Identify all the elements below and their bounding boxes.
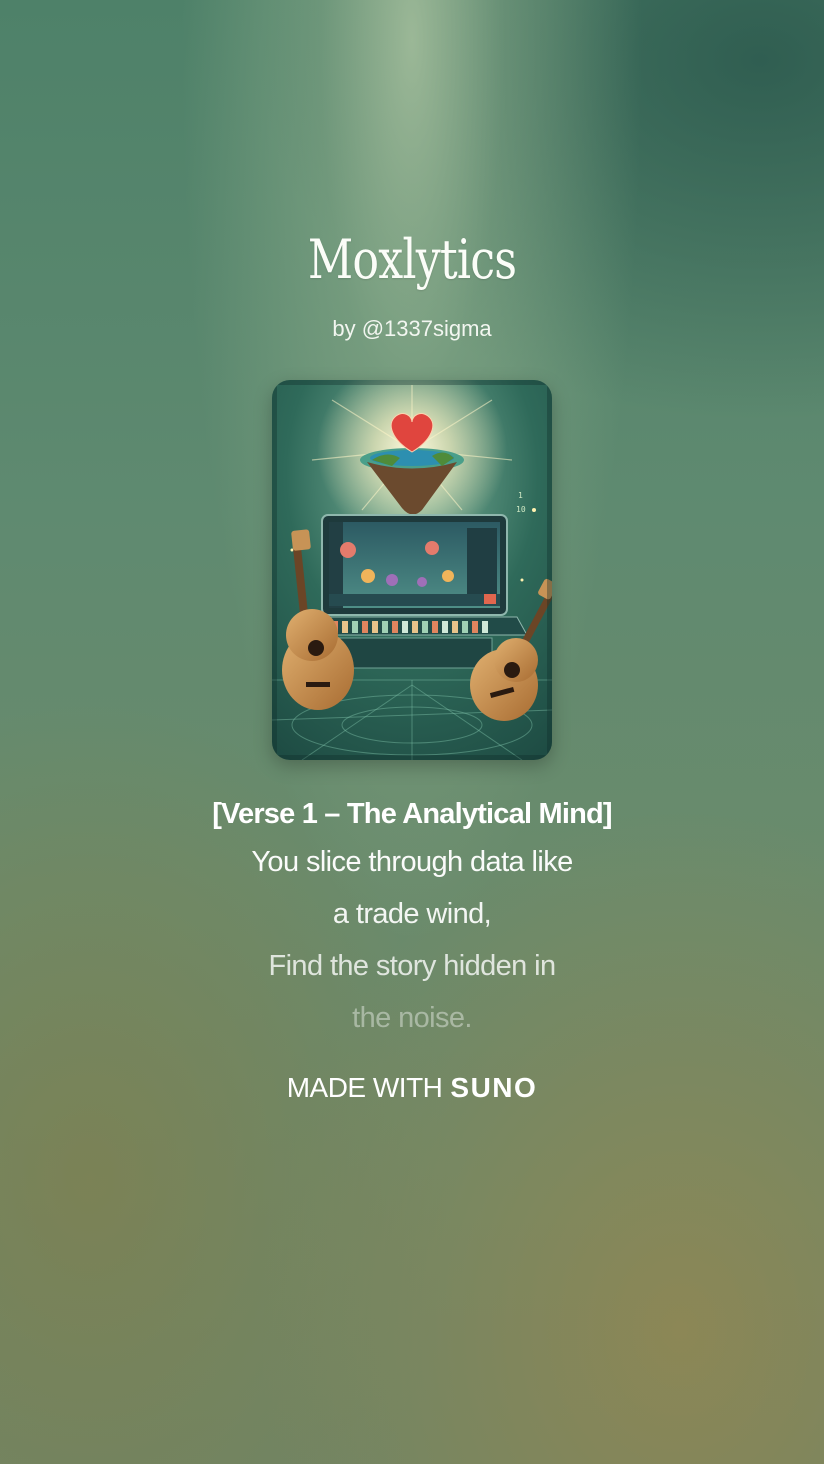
artist-byline[interactable]: by @1337sigma — [0, 316, 824, 342]
made-with-suno-link[interactable]: MADE WITH SUNO — [0, 1072, 824, 1104]
song-title: Moxlytics — [307, 228, 517, 291]
lyric-line: a trade wind, — [332, 898, 492, 930]
song-share-card: Moxlytics by @1337sigma 1 10 [Verse 1 – … — [0, 0, 824, 1464]
lyric-line: Find the story hidden in — [268, 950, 556, 982]
svg-text:10: 10 — [516, 505, 526, 514]
lyric-line: the noise. — [352, 1002, 472, 1034]
suno-logo: SUNO — [450, 1072, 538, 1103]
svg-text:1: 1 — [518, 491, 523, 500]
cover-art: 1 10 — [272, 380, 552, 760]
made-with-label: MADE WITH — [286, 1072, 443, 1103]
lyrics-panel: [Verse 1 – The Analytical Mind] You slic… — [0, 792, 824, 1044]
lyrics-section-heading: [Verse 1 – The Analytical Mind] — [212, 798, 612, 830]
lyric-line: You slice through data like — [251, 846, 573, 878]
